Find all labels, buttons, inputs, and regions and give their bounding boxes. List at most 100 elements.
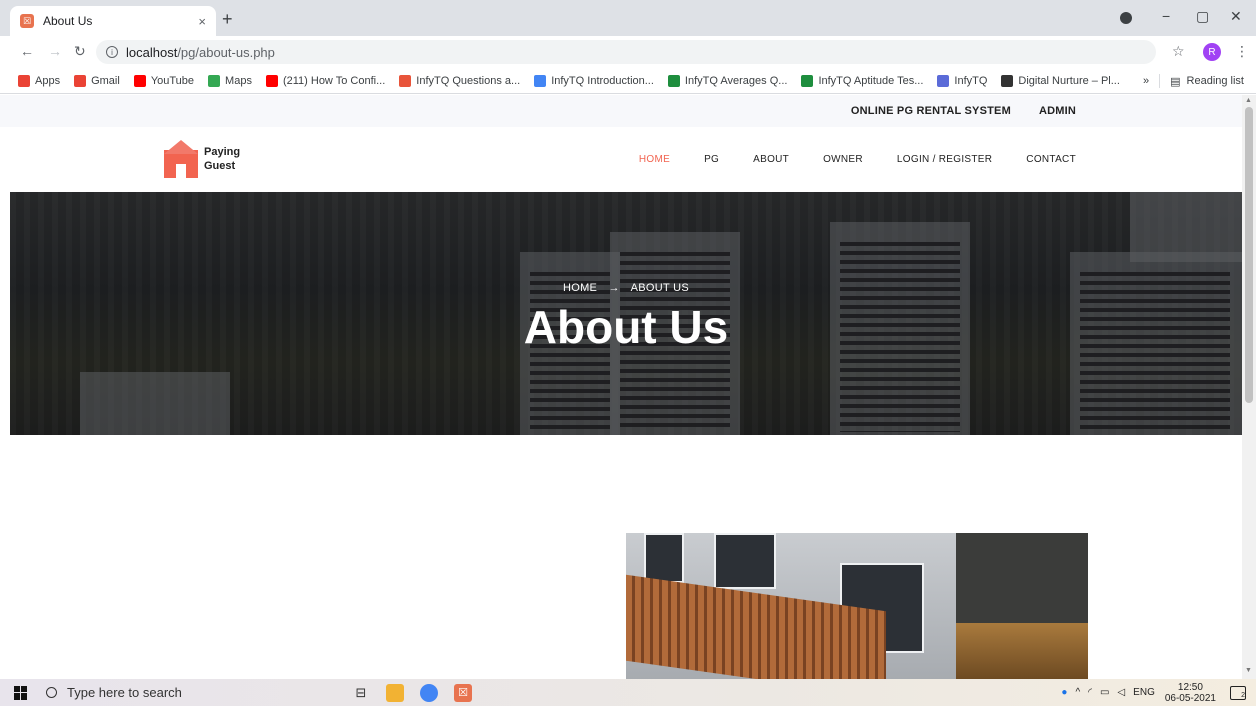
language-indicator[interactable]: ENG <box>1133 687 1155 698</box>
infytq-icon <box>667 74 680 87</box>
bookmark-item[interactable]: Apps <box>18 74 61 87</box>
logo-line-2: Guest <box>204 160 236 172</box>
nav-pg[interactable]: PG <box>704 154 719 165</box>
task-view-icon[interactable]: ⊟ <box>352 684 370 702</box>
minimize-button[interactable]: − <box>1162 8 1170 24</box>
back-arrow-icon[interactable]: ← <box>20 43 34 59</box>
nav-about[interactable]: ABOUT <box>753 154 789 165</box>
volume-icon[interactable]: ◁ <box>1117 687 1125 698</box>
url-path: /pg/about-us.php <box>177 44 275 60</box>
bookmark-item[interactable]: InfyTQ Questions a... <box>399 74 521 87</box>
tab-close-icon[interactable]: × <box>198 14 206 29</box>
xampp-taskbar-icon[interactable]: ☒ <box>454 683 472 702</box>
notification-icon[interactable]: 2 <box>1230 685 1246 700</box>
nav-contact[interactable]: CONTACT <box>1026 154 1076 165</box>
infytq-icon <box>534 74 547 87</box>
gmail-icon <box>74 74 87 87</box>
bookmark-label: InfyTQ Averages Q... <box>684 74 788 87</box>
bookmark-label: InfyTQ <box>954 74 988 87</box>
kirkpatrick-icon <box>1001 74 1014 87</box>
bookmark-label: Apps <box>35 74 61 87</box>
taskbar-search[interactable]: Type here to search <box>46 685 336 700</box>
site-info-icon[interactable]: i <box>106 46 118 58</box>
logo-line-1: Paying <box>204 146 241 158</box>
reading-list-button[interactable]: Reading list <box>1187 75 1244 87</box>
bookmark-label: Digital Nurture – Pl... <box>1018 74 1120 87</box>
infytq-logo-icon <box>937 74 950 87</box>
breadcrumb-current: ABOUT US <box>630 282 690 294</box>
web-page: ONLINE PG RENTAL SYSTEM ADMIN Paying Gue… <box>0 95 1242 679</box>
bookmark-item[interactable]: InfyTQ Aptitude Tes... <box>801 74 924 87</box>
nav-home[interactable]: HOME <box>639 154 670 165</box>
top-link-admin[interactable]: ADMIN <box>1039 105 1076 117</box>
chrome-profile-icon[interactable] <box>1120 12 1132 24</box>
battery-icon[interactable]: ▭ <box>1100 687 1109 698</box>
top-link-system[interactable]: ONLINE PG RENTAL SYSTEM <box>851 105 1011 117</box>
nav-owner[interactable]: OWNER <box>823 154 863 165</box>
scroll-down-arrow-icon[interactable]: ▼ <box>1245 667 1252 674</box>
bookmarks-right: » ▤ Reading list <box>1143 74 1244 88</box>
bookmark-label: Gmail <box>91 74 120 87</box>
wifi-icon[interactable]: ◜ <box>1088 687 1092 698</box>
clock-date: 06-05-2021 <box>1164 692 1216 704</box>
bookmark-label: InfyTQ Questions a... <box>416 74 521 87</box>
close-window-button[interactable]: ✕ <box>1230 8 1242 25</box>
about-building-image <box>626 533 1088 679</box>
bookmark-item[interactable]: InfyTQ <box>937 74 988 87</box>
windows-start-icon[interactable] <box>14 685 28 700</box>
infytq-flag-icon <box>399 74 412 87</box>
youtube-icon <box>265 74 278 87</box>
notification-count: 2 <box>1241 691 1245 699</box>
chrome-menu-icon[interactable]: ⋮ <box>1235 43 1249 60</box>
chevron-up-icon[interactable]: ^ <box>1075 687 1080 698</box>
site-logo-text[interactable]: Paying Guest <box>204 145 240 173</box>
bookmark-item[interactable]: YouTube <box>133 74 195 87</box>
help-icon[interactable]: ● <box>1061 687 1067 698</box>
apps-grid-icon <box>18 74 30 87</box>
page-title: About Us <box>523 301 729 353</box>
scrollbar-thumb[interactable] <box>1245 107 1253 403</box>
bookmark-item[interactable]: (211) How To Confi... <box>265 74 386 87</box>
site-navbar: Paying Guest HOME PG ABOUT OWNER LOGIN /… <box>0 127 1242 191</box>
bookmark-label: InfyTQ Introduction... <box>551 74 654 87</box>
scroll-up-arrow-icon[interactable]: ▲ <box>1245 97 1252 104</box>
bookmark-label: InfyTQ Aptitude Tes... <box>818 74 924 87</box>
breadcrumb-home[interactable]: HOME <box>563 282 597 294</box>
new-tab-button[interactable]: + <box>222 9 233 30</box>
clock-time: 12:50 <box>1177 681 1203 693</box>
youtube-icon <box>133 74 146 87</box>
bookmark-item[interactable]: InfyTQ Introduction... <box>534 74 654 87</box>
taskbar-search-placeholder: Type here to search <box>67 685 182 700</box>
bookmark-item[interactable]: InfyTQ Averages Q... <box>667 74 788 87</box>
bookmark-item[interactable]: Maps <box>208 74 252 87</box>
clock[interactable]: 12:50 06-05-2021 <box>1165 682 1216 704</box>
bookmark-item[interactable]: Digital Nurture – Pl... <box>1001 74 1120 87</box>
windows-taskbar: Type here to search ⊟ ☒ ● ^ ◜ ▭ ◁ ENG 12… <box>0 679 1256 706</box>
infytq-icon <box>801 74 814 87</box>
breadcrumb-arrow-icon: → <box>608 282 620 294</box>
nav-login-register[interactable]: LOGIN / REGISTER <box>897 154 992 165</box>
bookmarks-bar: Apps Gmail YouTube Maps (211) How To Confi..… <box>0 68 1256 94</box>
address-bar[interactable]: i localhost/pg/about-us.php <box>96 40 1156 64</box>
page-scrollbar[interactable]: ▲ ▼ <box>1242 95 1256 679</box>
more-bookmarks-button[interactable]: » <box>1143 75 1149 87</box>
bookmark-item[interactable]: Gmail <box>74 74 120 87</box>
profile-avatar[interactable]: R <box>1203 43 1221 61</box>
restore-button[interactable]: ▢ <box>1196 8 1209 25</box>
forward-arrow-icon[interactable]: → <box>48 43 62 59</box>
bookmark-star-icon[interactable]: ☆ <box>1172 43 1185 60</box>
bookmark-label: Maps <box>225 74 252 87</box>
url-host: localhost <box>126 44 178 60</box>
bookmark-label: YouTube <box>150 74 195 87</box>
house-logo-icon[interactable] <box>164 140 198 178</box>
reload-icon[interactable]: ↻ <box>74 43 86 60</box>
bookmark-label: (211) How To Confi... <box>282 74 386 87</box>
site-favicon-icon: ☒ <box>20 14 34 28</box>
file-explorer-icon[interactable] <box>386 683 404 702</box>
browser-tab-strip: ☒ About Us × + − ▢ ✕ <box>0 0 1256 36</box>
system-tray: ● ^ ◜ ▭ ◁ ENG 12:50 06-05-2021 2 <box>1053 679 1246 706</box>
chrome-taskbar-icon[interactable] <box>420 683 438 702</box>
main-menu: HOME PG ABOUT OWNER LOGIN / REGISTER CON… <box>605 127 1076 191</box>
browser-tab[interactable]: ☒ About Us × <box>10 6 216 36</box>
search-icon <box>46 687 57 698</box>
